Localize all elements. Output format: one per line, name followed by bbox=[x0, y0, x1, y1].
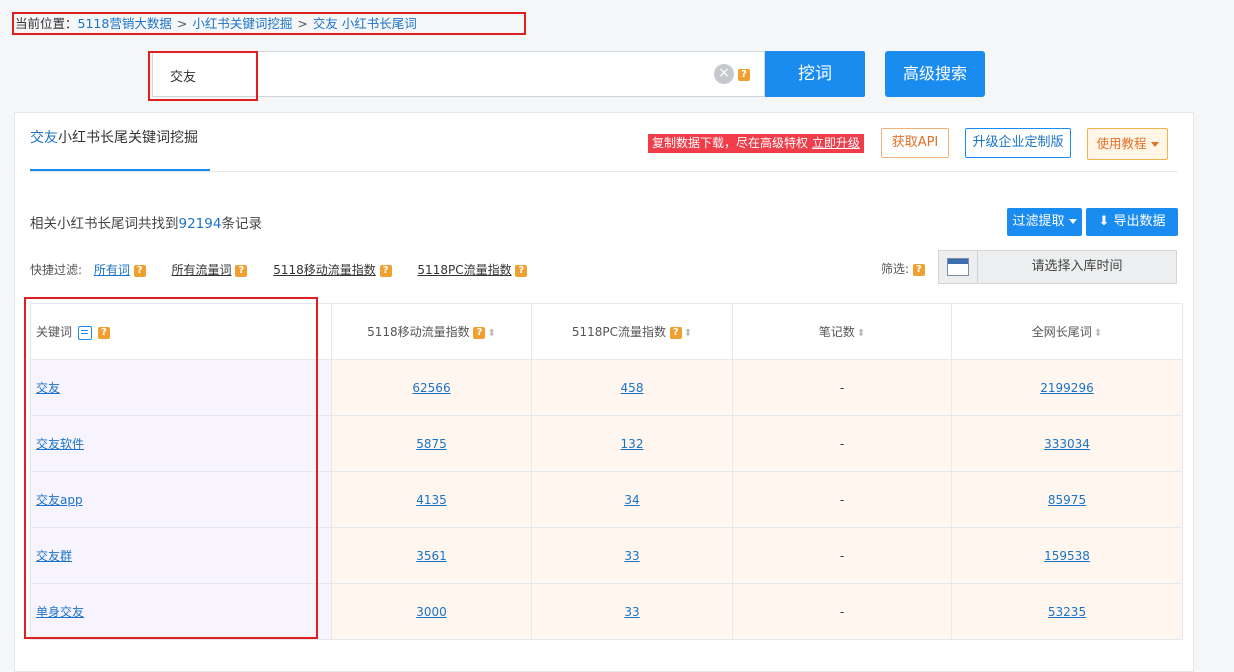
pc-index-cell: 132 bbox=[531, 415, 733, 472]
pc-index-cell: 34 bbox=[531, 471, 733, 528]
notes-cell: - bbox=[732, 471, 952, 528]
breadcrumb-label: 当前位置： bbox=[15, 16, 78, 31]
result-count-number: 92194 bbox=[178, 216, 222, 232]
sort-icon[interactable]: ⬍ bbox=[857, 328, 865, 339]
mobile-index-cell: 5875 bbox=[331, 415, 532, 472]
longtail-link[interactable]: 85975 bbox=[1048, 493, 1086, 507]
chevron-down-icon bbox=[1150, 142, 1159, 147]
breadcrumb-item-5118[interactable]: 5118营销大数据 bbox=[78, 16, 172, 31]
column-header-label: 5118移动流量指数 bbox=[367, 325, 470, 339]
help-icon[interactable]: ? bbox=[738, 67, 750, 81]
search-highlight-box bbox=[148, 51, 258, 101]
tutorial-dropdown[interactable]: 使用教程 bbox=[1087, 128, 1168, 160]
quick-filter-mobile-index[interactable]: 5118移动流量指数 bbox=[273, 263, 376, 277]
filter-extract-button[interactable]: 过滤提取 bbox=[1007, 208, 1082, 236]
pc-index-cell: 33 bbox=[531, 583, 733, 640]
get-api-button[interactable]: 获取API bbox=[881, 128, 949, 158]
tab-keyword: 交友 bbox=[30, 130, 58, 146]
mobile-index-cell: 62566 bbox=[331, 359, 532, 416]
mobile-index-link[interactable]: 4135 bbox=[416, 493, 447, 507]
pc-index-link[interactable]: 458 bbox=[621, 381, 644, 395]
promo-banner: 复制数据下载，尽在高级特权 立即升级 bbox=[648, 134, 864, 153]
help-icon[interactable]: ? bbox=[379, 264, 392, 277]
column-header-label: 全网长尾词 bbox=[1031, 325, 1092, 339]
longtail-cell: 2199296 bbox=[951, 359, 1183, 416]
quick-filter-traffic-words[interactable]: 所有流量词 bbox=[172, 263, 232, 277]
export-data-label: 导出数据 bbox=[1113, 214, 1166, 229]
breadcrumb-separator: > bbox=[176, 16, 188, 31]
notes-cell: - bbox=[732, 583, 952, 640]
advanced-search-button[interactable]: 高级搜索 bbox=[885, 51, 985, 97]
mobile-index-link[interactable]: 3000 bbox=[416, 605, 447, 619]
notes-cell: - bbox=[732, 359, 952, 416]
column-header-longtail[interactable]: 全网长尾词 ⬍ bbox=[951, 303, 1183, 360]
result-count-suffix: 条记录 bbox=[221, 216, 262, 232]
export-data-button[interactable]: ⬇ 导出数据 bbox=[1086, 208, 1178, 236]
sort-icon[interactable]: ⬍ bbox=[684, 328, 692, 339]
chevron-down-icon bbox=[1068, 219, 1077, 224]
dig-button[interactable]: 挖词 bbox=[765, 51, 865, 97]
pc-index-link[interactable]: 33 bbox=[624, 549, 639, 563]
mobile-index-link[interactable]: 5875 bbox=[416, 437, 447, 451]
help-icon[interactable]: ? bbox=[235, 264, 248, 277]
keyword-column-highlight-box bbox=[24, 297, 318, 639]
help-icon[interactable]: ? bbox=[133, 264, 146, 277]
screen-label-text: 筛选: bbox=[881, 262, 910, 276]
result-count: 相关小红书长尾词共找到92194条记录 bbox=[30, 212, 262, 232]
longtail-cell: 159538 bbox=[951, 527, 1183, 584]
help-icon[interactable]: ? bbox=[912, 263, 925, 276]
clear-icon[interactable]: × bbox=[714, 64, 734, 84]
calendar-icon[interactable] bbox=[947, 258, 969, 276]
download-icon: ⬇ bbox=[1098, 214, 1110, 229]
breadcrumb-item-current[interactable]: 交友 小红书长尾词 bbox=[313, 16, 417, 31]
screen-label: 筛选: ? bbox=[881, 260, 925, 277]
longtail-link[interactable]: 333034 bbox=[1044, 437, 1090, 451]
mobile-index-link[interactable]: 3561 bbox=[416, 549, 447, 563]
pc-index-link[interactable]: 34 bbox=[624, 493, 639, 507]
pc-index-cell: 33 bbox=[531, 527, 733, 584]
pc-index-link[interactable]: 132 bbox=[621, 437, 644, 451]
tab-longtail-mining[interactable]: 交友小红书长尾关键词挖掘 bbox=[30, 127, 198, 147]
promo-text: 复制数据下载，尽在高级特权 bbox=[652, 136, 809, 150]
column-header-mobile-index[interactable]: 5118移动流量指数 ? ⬍ bbox=[331, 303, 532, 360]
result-count-prefix: 相关小红书长尾词共找到 bbox=[30, 216, 179, 232]
help-icon[interactable]: ? bbox=[515, 264, 528, 277]
quick-filter: 快捷过滤: 所有词 ? 所有流量词 ? 5118移动流量指数 ? 5118PC流… bbox=[30, 261, 541, 278]
notes-cell: - bbox=[732, 415, 952, 472]
pc-index-cell: 458 bbox=[531, 359, 733, 416]
sort-icon[interactable]: ⬍ bbox=[1094, 328, 1102, 339]
longtail-cell: 85975 bbox=[951, 471, 1183, 528]
tutorial-label: 使用教程 bbox=[1096, 136, 1147, 151]
pc-index-link[interactable]: 33 bbox=[624, 605, 639, 619]
quick-filter-all-words[interactable]: 所有词 bbox=[94, 263, 130, 277]
tab-divider bbox=[30, 171, 1178, 172]
column-header-pc-index[interactable]: 5118PC流量指数 ? ⬍ bbox=[531, 303, 733, 360]
breadcrumb: 当前位置：5118营销大数据 > 小红书关键词挖掘 > 交友 小红书长尾词 bbox=[12, 12, 526, 35]
breadcrumb-separator: > bbox=[297, 16, 308, 31]
quick-filter-pc-index[interactable]: 5118PC流量指数 bbox=[417, 263, 511, 277]
mobile-index-cell: 3000 bbox=[331, 583, 532, 640]
column-header-label: 笔记数 bbox=[818, 325, 855, 339]
enterprise-upgrade-button[interactable]: 升级企业定制版 bbox=[965, 128, 1071, 158]
filter-extract-label: 过滤提取 bbox=[1012, 214, 1065, 229]
longtail-cell: 53235 bbox=[951, 583, 1183, 640]
mobile-index-cell: 3561 bbox=[331, 527, 532, 584]
notes-cell: - bbox=[732, 527, 952, 584]
longtail-link[interactable]: 159538 bbox=[1044, 549, 1090, 563]
column-header-notes[interactable]: 笔记数 ⬍ bbox=[732, 303, 952, 360]
longtail-link[interactable]: 53235 bbox=[1048, 605, 1086, 619]
longtail-link[interactable]: 2199296 bbox=[1040, 381, 1093, 395]
mobile-index-link[interactable]: 62566 bbox=[412, 381, 450, 395]
tab-title-rest: 小红书长尾关键词挖掘 bbox=[58, 130, 198, 146]
date-placeholder[interactable]: 请选择入库时间 bbox=[978, 251, 1176, 283]
sort-icon[interactable]: ⬍ bbox=[487, 328, 495, 339]
quick-filter-label: 快捷过滤: bbox=[30, 263, 83, 277]
help-icon[interactable]: ? bbox=[473, 326, 486, 339]
mobile-index-cell: 4135 bbox=[331, 471, 532, 528]
help-icon[interactable]: ? bbox=[669, 326, 682, 339]
breadcrumb-item-xhs-keyword[interactable]: 小红书关键词挖掘 bbox=[192, 16, 292, 31]
upgrade-now-link[interactable]: 立即升级 bbox=[812, 136, 860, 150]
column-header-label: 5118PC流量指数 bbox=[571, 325, 666, 339]
longtail-cell: 333034 bbox=[951, 415, 1183, 472]
